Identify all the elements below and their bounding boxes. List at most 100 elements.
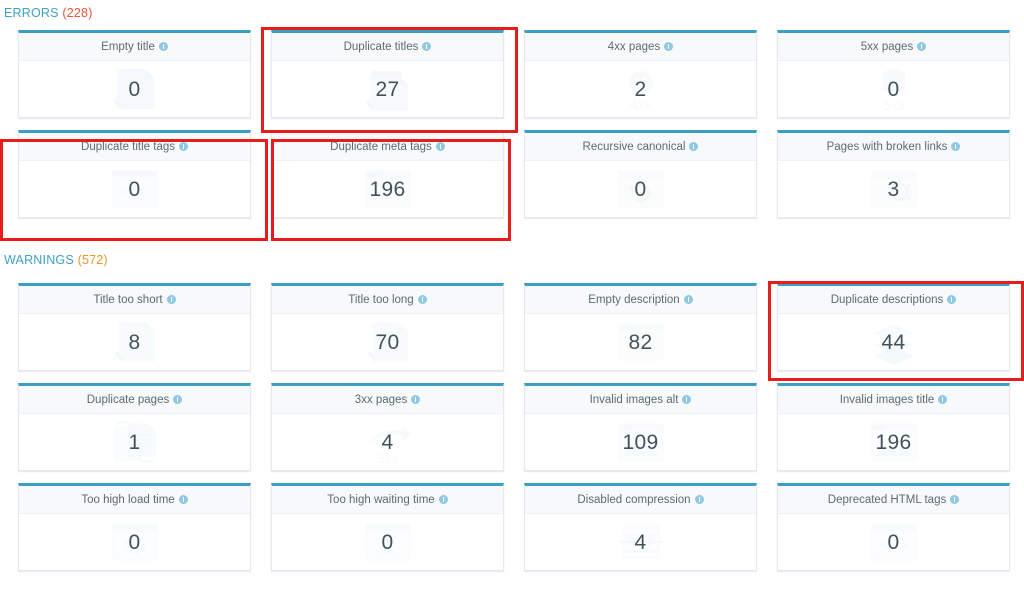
metric-card-cell: Title too long 70 (271, 283, 504, 383)
metric-card[interactable]: 5xx pages 5xx 0 (777, 30, 1010, 118)
metric-card-cell: 5xx pages 5xx 0 (777, 30, 1010, 130)
seo-audit-dashboard: ERRORS (228) Empty title 0 Duplicate title… (0, 0, 1024, 596)
metric-card-cell: Duplicate meta tags 196 (271, 130, 504, 230)
metric-card-body: 3xx 4 (272, 414, 503, 470)
metric-card-body: 0 (19, 514, 250, 570)
metric-card-header: Too high waiting time (272, 486, 503, 514)
metric-card-header: 5xx pages (778, 33, 1009, 61)
metric-card[interactable]: Title too long 70 (271, 283, 504, 371)
metric-card-body: 5xx 0 (778, 61, 1009, 117)
metric-card-body: 196 (778, 414, 1009, 470)
metric-card-header: Too high load time (19, 486, 250, 514)
metric-card[interactable]: Deprecated HTML tags < >0 (777, 483, 1010, 571)
info-icon[interactable] (694, 495, 704, 504)
metric-card-title: Duplicate descriptions (830, 293, 944, 306)
metric-card[interactable]: Recursive canonical 0 (524, 130, 757, 218)
info-icon[interactable] (438, 495, 448, 504)
metric-card-header: 4xx pages (525, 33, 756, 61)
metric-card-body: 0 (525, 161, 756, 217)
metric-card-body: 0 (19, 61, 250, 117)
metric-card-header: Title too short (19, 286, 250, 314)
info-icon[interactable] (950, 495, 960, 504)
info-icon[interactable] (682, 395, 692, 404)
metric-card-body: 82 (525, 314, 756, 370)
metric-card[interactable]: Empty title 0 (18, 30, 251, 118)
metric-value: 44 (881, 330, 906, 354)
metric-card-cell: Pages with broken links 3 (777, 130, 1010, 230)
metric-card[interactable]: Invalid images title 196 (777, 383, 1010, 471)
metric-card[interactable]: Duplicate titles 27 (271, 30, 504, 118)
metric-value: 0 (381, 530, 394, 554)
metric-card-cell: Title too short short 8 (18, 283, 251, 383)
metric-card[interactable]: Duplicate title tags </> 0 (18, 130, 251, 218)
metric-card-title: 3xx pages (354, 393, 408, 406)
metric-card[interactable]: Duplicate meta tags 196 (271, 130, 504, 218)
metric-card-title: Pages with broken links (826, 140, 948, 153)
metric-value: 0 (128, 77, 141, 101)
metric-card-cell: 4xx pages 4xx 2 (524, 30, 757, 130)
metric-card[interactable]: 3xx pages 3xx 4 (271, 383, 504, 471)
info-icon[interactable] (951, 142, 961, 151)
metric-card-body: </> 0 (19, 161, 250, 217)
metric-card-cell: 3xx pages 3xx 4 (271, 383, 504, 483)
metric-card-body: 27 (272, 61, 503, 117)
metric-card-body: short 8 (19, 314, 250, 370)
metric-card[interactable]: Duplicate pages 1 (18, 383, 251, 471)
metric-card-cell: Invalid images alt 109 (524, 383, 757, 483)
warnings-section-heading: WARNINGS (572) (0, 254, 108, 267)
metric-value: 3 (887, 177, 900, 201)
info-icon[interactable] (417, 295, 427, 304)
metric-card-title: Too high load time (81, 493, 175, 506)
info-icon[interactable] (917, 42, 927, 51)
metric-card[interactable]: Too high waiting time 0 (271, 483, 504, 571)
metric-value: 1 (128, 430, 141, 454)
metric-card[interactable]: Invalid images alt 109 (524, 383, 757, 471)
metric-card-body: 4 (525, 514, 756, 570)
metric-card-cell: Duplicate pages 1 (18, 383, 251, 483)
metric-card-header: 3xx pages (272, 386, 503, 414)
metric-value: 0 (128, 177, 141, 201)
info-icon[interactable] (178, 142, 188, 151)
metric-card[interactable]: Disabled compression 4 (524, 483, 757, 571)
metric-card-title: Empty description (588, 293, 680, 306)
info-icon[interactable] (173, 395, 183, 404)
metric-card-title: Disabled compression (577, 493, 691, 506)
info-icon[interactable] (689, 142, 699, 151)
info-icon[interactable] (947, 295, 957, 304)
metric-card[interactable]: Pages with broken links 3 (777, 130, 1010, 218)
info-icon[interactable] (683, 295, 693, 304)
metric-card-title: Duplicate titles (343, 40, 419, 53)
metric-value: 0 (887, 530, 900, 554)
metric-card[interactable]: Title too short short 8 (18, 283, 251, 371)
metric-card-header: Duplicate meta tags (272, 133, 503, 161)
metric-value: 109 (622, 430, 659, 454)
metric-card-title: 4xx pages (607, 40, 661, 53)
metric-card[interactable]: Duplicate descriptions 44 (777, 283, 1010, 371)
metric-card[interactable]: 4xx pages 4xx 2 (524, 30, 757, 118)
info-icon[interactable] (166, 295, 176, 304)
metric-card[interactable]: Empty description 82 (524, 283, 757, 371)
metric-card-body: < >0 (778, 514, 1009, 570)
metric-card-title: Recursive canonical (582, 140, 686, 153)
errors-label: ERRORS (4, 6, 59, 20)
info-icon[interactable] (411, 395, 421, 404)
info-icon[interactable] (435, 142, 445, 151)
metric-card-title: Too high waiting time (327, 493, 435, 506)
metric-card-title: Duplicate meta tags (330, 140, 432, 153)
info-icon[interactable] (422, 42, 432, 51)
metric-card[interactable]: Too high load time 0 (18, 483, 251, 571)
metric-card-title: Invalid images title (839, 393, 935, 406)
metric-card-header: Invalid images title (778, 386, 1009, 414)
info-icon[interactable] (664, 42, 674, 51)
info-icon[interactable] (158, 42, 168, 51)
metric-value: 0 (634, 177, 647, 201)
metric-value: 70 (375, 330, 400, 354)
metric-card-cell: Empty description 82 (524, 283, 757, 383)
metric-card-header: Empty title (19, 33, 250, 61)
metric-value: 27 (375, 77, 400, 101)
metric-card-body: 1 (19, 414, 250, 470)
info-icon[interactable] (938, 395, 948, 404)
metric-card-header: Duplicate descriptions (778, 286, 1009, 314)
info-icon[interactable] (178, 495, 188, 504)
metric-card-body: 44 (778, 314, 1009, 370)
